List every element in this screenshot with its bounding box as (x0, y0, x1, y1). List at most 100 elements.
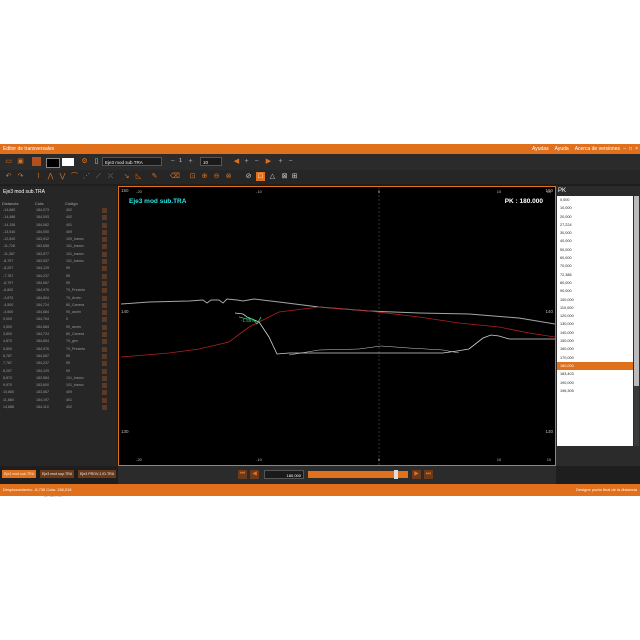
table-row[interactable]: -8,797 183,537 101_transv (0, 258, 117, 265)
zoom-window-icon[interactable]: ⊡ (188, 172, 197, 181)
pk-list-item[interactable]: 80,000 (557, 279, 633, 287)
fill-color-icon[interactable] (32, 157, 41, 166)
minimize-icon[interactable]: – (623, 144, 626, 154)
snap-perpendicular-icon[interactable]: ⊞ (290, 172, 299, 181)
snap-endpoint-icon[interactable]: □ (256, 172, 265, 181)
alignment-icon[interactable]: ▯ (92, 157, 101, 166)
row-checkbox[interactable] (102, 251, 107, 257)
next-pk-icon[interactable]: ▶ (412, 470, 421, 479)
table-row[interactable]: 14,688 184,110 402 (0, 404, 117, 411)
row-checkbox[interactable] (102, 383, 107, 389)
row-checkbox[interactable] (102, 266, 107, 272)
next-minus-icon[interactable]: − (286, 157, 295, 166)
table-row[interactable]: -4,500 184,724 80_Carrera (0, 302, 117, 309)
zoom-out-icon[interactable]: ⊖ (212, 172, 221, 181)
column-header-elevation[interactable]: Cota (35, 200, 65, 207)
tab-eje3-mod-sub[interactable]: Eje3 mod sub.TRA (2, 470, 37, 478)
row-checkbox[interactable] (102, 215, 107, 221)
save-icon[interactable]: ▣ (16, 157, 25, 166)
zoom-select[interactable]: 10 (200, 157, 222, 166)
step-plus-icon[interactable]: + (186, 157, 195, 166)
pk-list-item[interactable]: 196,305 (557, 387, 633, 395)
menu-item-ayuda[interactable]: Ayuda (555, 144, 569, 154)
pk-list-item[interactable]: 170,000 (557, 354, 633, 362)
pk-input[interactable]: 180.000 (264, 470, 304, 479)
next-section-icon[interactable]: ▶ (264, 157, 273, 166)
close-icon[interactable]: × (635, 144, 638, 154)
table-row[interactable]: 3,800 184,724 80_Carrera (0, 331, 117, 338)
undo-icon[interactable]: ↶ (4, 172, 13, 181)
previous-section-icon[interactable]: ◀ (232, 157, 241, 166)
table-row[interactable]: 8,257 184,129 99 (0, 368, 117, 375)
pk-list-item[interactable]: 120,000 (557, 312, 633, 320)
measure-tool-icon[interactable]: ↘ (122, 172, 131, 181)
open-folder-icon[interactable]: ▭ (4, 157, 13, 166)
pk-list-item[interactable]: 72,386 (557, 271, 633, 279)
row-checkbox[interactable] (102, 310, 107, 316)
alignment-select[interactable]: Eje3 mod sub.TRA (102, 157, 162, 166)
break-tool-icon[interactable]: ⤫ (106, 172, 115, 181)
next-plus-icon[interactable]: + (276, 157, 285, 166)
move-vertex-icon[interactable]: ⋁ (58, 172, 67, 181)
zoom-all-icon[interactable]: ⊗ (224, 172, 233, 181)
pk-list-item[interactable]: 150,000 (557, 337, 633, 345)
pk-list-item[interactable]: 40,000 (557, 237, 633, 245)
pencil-icon[interactable]: ✎ (150, 172, 159, 181)
table-row[interactable]: -12,840 183,912 100_transv (0, 236, 117, 243)
pk-list-item[interactable]: 10,000 (557, 204, 633, 212)
pk-list-item[interactable]: 20,000 (557, 213, 633, 221)
table-row[interactable]: 9,970 183,600 101_transv (0, 382, 117, 389)
maximize-icon[interactable]: □ (629, 144, 632, 154)
row-checkbox[interactable] (102, 280, 107, 286)
row-checkbox[interactable] (102, 405, 107, 411)
row-checkbox[interactable] (102, 237, 107, 243)
table-row[interactable]: -6,797 184,067 95 (0, 280, 117, 287)
pk-list-scrollbar[interactable] (634, 196, 639, 446)
table-row[interactable]: -6,800 184,976 70_Precinto (0, 287, 117, 294)
table-row[interactable]: 11,860 184,197 401 (0, 397, 117, 404)
section-minus-icon[interactable]: − (252, 157, 261, 166)
polyline-tool-icon[interactable]: ⌇ (34, 172, 43, 181)
tab-eje3-prov[interactable]: Eje3 PROV-1 ID.TRA (78, 470, 117, 478)
pk-list-item[interactable]: 110,000 (557, 304, 633, 312)
table-row[interactable]: 0,000 184,704 0 (0, 316, 117, 323)
table-row[interactable]: -4,500 184,684 90_arcén (0, 309, 117, 316)
table-row[interactable]: 4,870 184,804 70_gen (0, 338, 117, 345)
pk-list-item[interactable]: 100,000 (557, 296, 633, 304)
column-header-distance[interactable]: Distancia (2, 200, 35, 207)
table-row[interactable]: 8,870 183,584 101_transv (0, 375, 117, 382)
ground-profile-line[interactable] (234, 312, 555, 355)
pk-list-scroll-thumb[interactable] (634, 196, 639, 386)
terrain-line[interactable] (120, 298, 556, 325)
pk-list-item[interactable]: 183,403 (557, 370, 633, 378)
settings-gear-icon[interactable]: ⚙ (80, 157, 89, 166)
step-value[interactable]: 1 (176, 157, 185, 166)
row-checkbox[interactable] (102, 339, 107, 345)
pk-list-item[interactable]: 50,000 (557, 246, 633, 254)
snap-intersection-icon[interactable]: ⊠ (280, 172, 289, 181)
row-checkbox[interactable] (102, 259, 107, 265)
row-checkbox[interactable] (102, 302, 107, 308)
pk-list-item[interactable]: 60,000 (557, 254, 633, 262)
row-checkbox[interactable] (102, 222, 107, 228)
column-header-code[interactable]: Código (65, 200, 101, 207)
row-checkbox[interactable] (102, 229, 107, 235)
delete-vertex-icon[interactable]: ⌒ (70, 172, 79, 181)
menu-item-ayudas[interactable]: Ayudas (532, 144, 549, 154)
table-row[interactable]: 7,787 184,237 95 (0, 360, 117, 367)
insert-vertex-icon[interactable]: ⋀ (46, 172, 55, 181)
slope-tool-icon[interactable]: ⟋ (94, 172, 103, 181)
table-row[interactable]: -11,387 183,577 101_transv (0, 251, 117, 258)
line-color-swatch[interactable] (46, 158, 60, 168)
pk-list-item[interactable]: 0,000 (557, 196, 633, 204)
first-pk-icon[interactable]: ⏮ (238, 470, 247, 479)
table-row[interactable]: -11,728 183,658 101_transv (0, 243, 117, 250)
last-pk-icon[interactable]: ⏭ (424, 470, 433, 479)
row-checkbox[interactable] (102, 375, 107, 381)
table-row[interactable]: -4,870 184,804 70_Arcén (0, 295, 117, 302)
table-row[interactable]: -14,156 184,062 401 (0, 222, 117, 229)
row-checkbox[interactable] (102, 295, 107, 301)
cross-section-canvas[interactable]: -20 -20 -10 -10 0 0 10 10 10 10 150 150 140 140 130 13… (118, 186, 556, 466)
row-checkbox[interactable] (102, 244, 107, 250)
row-checkbox[interactable] (102, 353, 107, 359)
